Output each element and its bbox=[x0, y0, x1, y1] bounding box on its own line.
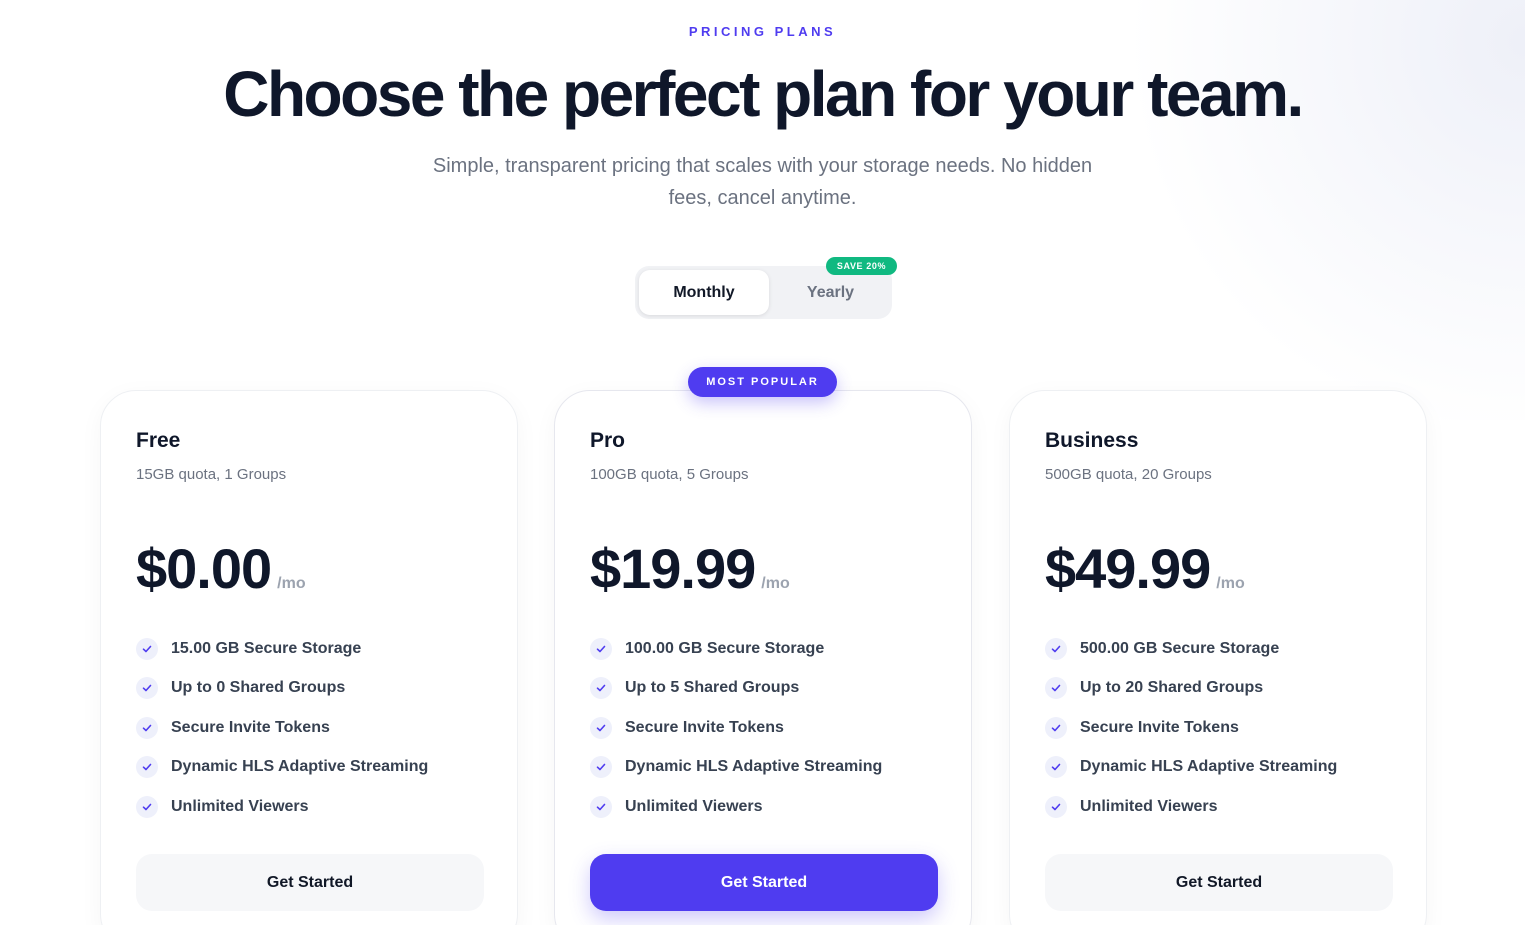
check-icon bbox=[590, 637, 612, 660]
feature-text: 500.00 GB Secure Storage bbox=[1080, 639, 1280, 657]
feature-item: Dynamic HLS Adaptive Streaming bbox=[590, 748, 882, 788]
page-title: Choose the perfect plan for your team. bbox=[223, 58, 1304, 130]
check-icon bbox=[136, 756, 158, 779]
feature-list: 15.00 GB Secure Storage Up to 0 Shared G… bbox=[136, 629, 428, 827]
feature-item: 100.00 GB Secure Storage bbox=[590, 629, 882, 669]
feature-item: 500.00 GB Secure Storage bbox=[1045, 629, 1337, 669]
price-row: $19.99 /mo bbox=[590, 536, 790, 601]
get-started-button-business[interactable]: Get Started bbox=[1045, 854, 1393, 911]
feature-text: Up to 20 Shared Groups bbox=[1080, 679, 1264, 697]
feature-text: Dynamic HLS Adaptive Streaming bbox=[171, 758, 429, 776]
feature-item: Unlimited Viewers bbox=[590, 787, 882, 827]
plan-name: Pro bbox=[590, 429, 626, 452]
feature-item: Secure Invite Tokens bbox=[1045, 708, 1337, 748]
feature-text: Dynamic HLS Adaptive Streaming bbox=[625, 758, 883, 776]
check-icon bbox=[1045, 637, 1067, 660]
save-badge: SAVE 20% bbox=[826, 257, 897, 275]
feature-item: Secure Invite Tokens bbox=[590, 708, 882, 748]
price-period: /mo bbox=[761, 575, 790, 592]
check-icon bbox=[1045, 756, 1067, 779]
feature-text: Unlimited Viewers bbox=[171, 797, 309, 815]
feature-item: 15.00 GB Secure Storage bbox=[136, 629, 428, 669]
feature-text: Up to 5 Shared Groups bbox=[625, 679, 800, 697]
plan-price: $49.99 bbox=[1045, 537, 1211, 600]
check-icon bbox=[1045, 795, 1067, 818]
check-icon bbox=[136, 677, 158, 700]
check-icon bbox=[590, 756, 612, 779]
feature-item: Dynamic HLS Adaptive Streaming bbox=[136, 748, 428, 788]
feature-item: Secure Invite Tokens bbox=[136, 708, 428, 748]
plan-card-free: Free 15GB quota, 1 Groups $0.00 /mo 15.0… bbox=[100, 390, 518, 925]
feature-text: 15.00 GB Secure Storage bbox=[171, 639, 362, 657]
plan-name: Free bbox=[136, 429, 181, 452]
feature-text: Dynamic HLS Adaptive Streaming bbox=[1080, 758, 1338, 776]
check-icon bbox=[590, 795, 612, 818]
plan-card-business: Business 500GB quota, 20 Groups $49.99 /… bbox=[1009, 390, 1427, 925]
page-subtitle: Simple, transparent pricing that scales … bbox=[432, 155, 1093, 209]
monthly-option[interactable]: Monthly bbox=[639, 270, 769, 315]
price-row: $0.00 /mo bbox=[136, 536, 306, 601]
feature-item: Up to 0 Shared Groups bbox=[136, 669, 428, 709]
check-icon bbox=[1045, 716, 1067, 739]
price-period: /mo bbox=[277, 575, 306, 592]
yearly-option[interactable]: Yearly bbox=[773, 270, 888, 315]
plan-card-pro: Pro 100GB quota, 5 Groups $19.99 /mo 100… bbox=[554, 390, 972, 925]
feature-list: 500.00 GB Secure Storage Up to 20 Shared… bbox=[1045, 629, 1337, 827]
feature-item: Unlimited Viewers bbox=[136, 787, 428, 827]
price-row: $49.99 /mo bbox=[1045, 536, 1245, 601]
feature-item: Up to 5 Shared Groups bbox=[590, 669, 882, 709]
feature-text: Unlimited Viewers bbox=[1080, 797, 1218, 815]
feature-text: Secure Invite Tokens bbox=[171, 718, 330, 736]
check-icon bbox=[590, 677, 612, 700]
price-period: /mo bbox=[1216, 575, 1245, 592]
get-started-button-free[interactable]: Get Started bbox=[136, 854, 484, 911]
feature-text: Secure Invite Tokens bbox=[1080, 718, 1239, 736]
feature-item: Unlimited Viewers bbox=[1045, 787, 1337, 827]
feature-item: Up to 20 Shared Groups bbox=[1045, 669, 1337, 709]
feature-list: 100.00 GB Secure Storage Up to 5 Shared … bbox=[590, 629, 882, 827]
plan-price: $19.99 bbox=[590, 537, 756, 600]
plan-description: 100GB quota, 5 Groups bbox=[590, 466, 749, 483]
check-icon bbox=[136, 716, 158, 739]
feature-item: Dynamic HLS Adaptive Streaming bbox=[1045, 748, 1337, 788]
feature-text: Secure Invite Tokens bbox=[625, 718, 784, 736]
get-started-button-pro[interactable]: Get Started bbox=[590, 854, 938, 911]
most-popular-badge: MOST POPULAR bbox=[688, 367, 837, 397]
plan-name: Business bbox=[1045, 429, 1139, 452]
plan-description: 500GB quota, 20 Groups bbox=[1045, 466, 1212, 483]
feature-text: Up to 0 Shared Groups bbox=[171, 679, 346, 697]
feature-text: 100.00 GB Secure Storage bbox=[625, 639, 825, 657]
feature-text: Unlimited Viewers bbox=[625, 797, 763, 815]
plan-description: 15GB quota, 1 Groups bbox=[136, 466, 287, 483]
section-eyebrow: PRICING PLANS bbox=[688, 24, 837, 39]
check-icon bbox=[590, 716, 612, 739]
check-icon bbox=[136, 637, 158, 660]
check-icon bbox=[136, 795, 158, 818]
check-icon bbox=[1045, 677, 1067, 700]
plan-price: $0.00 bbox=[136, 537, 272, 600]
